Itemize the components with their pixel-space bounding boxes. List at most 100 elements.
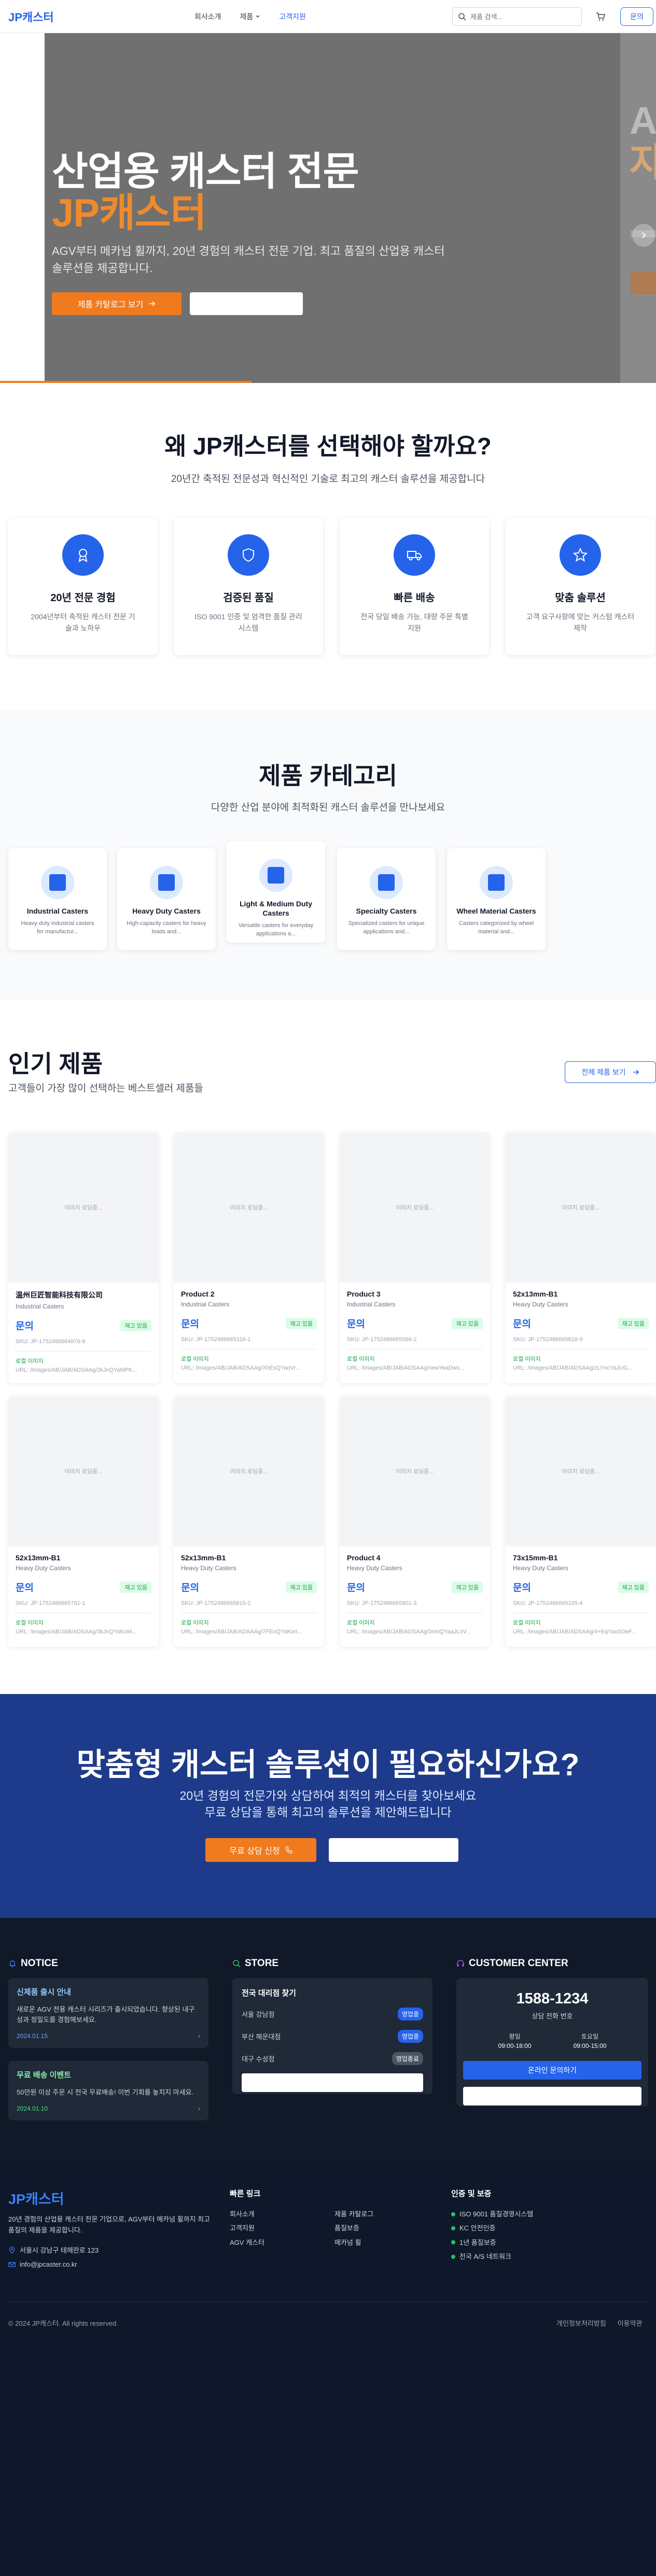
cta-secondary-button[interactable] [329,1838,458,1862]
check-dot-icon [451,2212,455,2216]
notice-item[interactable]: 신제품 출시 안내 새로운 AGV 전용 캐스터 시리즈가 출시되었습니다. 향… [8,1978,208,2048]
categories-subtitle: 다양한 산업 분야에 최적화된 캐스터 솔루션을 만나보세요 [211,802,445,813]
product-card[interactable]: 이미지 로딩중... 52x13mm-B1 Heavy Duty Casters 문의… [174,1396,324,1647]
customer-center-secondary-button[interactable] [463,2087,641,2105]
why-card-desc: ISO 9001 인증 및 엄격한 품질 관리 시스템 [194,613,302,632]
footer-link[interactable]: 제품 카탈로그 [334,2207,373,2221]
why-card-quality: 검증된 품질 ISO 9001 인증 및 엄격한 품질 관리 시스템 [174,518,323,655]
nav-item-products-label: 제품 [240,12,254,21]
image-status: 로컬 이미지 [181,1356,209,1362]
categories-section: 제품 카테고리 다양한 산업 분야에 최적화된 캐스터 솔루션을 만나보세요 I… [0,709,656,1000]
chevron-right-icon: › [198,2105,200,2113]
product-card[interactable]: 이미지 로딩중... 52x13mm-B1 Heavy Duty Casters 문의… [8,1396,159,1647]
free-consult-label: 무료 상담 신청 [229,1847,280,1856]
category-card[interactable]: Light & Medium Duty Casters Versatile ca… [227,841,325,943]
hero-secondary-button[interactable] [190,292,303,315]
category-title: Industrial Casters [26,907,89,915]
quick-links-col1: 회사소개 고객지원 AGV 캐스터 [230,2207,264,2250]
category-desc: Casters categorized by wheel material an… [458,920,534,935]
store-row[interactable]: 대구 수성점 영업종료 [242,2052,423,2065]
cert-list: ISO 9001 품질경영시스템 KC 안전인증 1년 품질보증 전국 A/S … [451,2207,533,2264]
quick-links-col2: 제품 카탈로그 품질보증 메카넘 휠 [334,2207,373,2250]
product-image-placeholder: 이미지 로딩중... [174,1396,324,1546]
image-status: 로컬 이미지 [181,1620,209,1626]
product-price: 문의 [181,1319,199,1330]
search-input[interactable] [470,12,574,21]
product-card[interactable]: 이미지 로딩중... Product 4 Heavy Duty Casters 문의 재… [340,1396,490,1647]
catalog-button[interactable]: 제품 카탈로그 보기 [52,292,182,315]
contact-button[interactable]: 문의 [620,7,653,26]
image-url: URL: /images/AB/JAB/ADSAAg/XhEsQYaoVr... [181,1365,300,1371]
product-image-placeholder: 이미지 로딩중... [506,1132,656,1283]
free-consult-button[interactable]: 무료 상담 신청 [205,1838,316,1862]
copyright: © 2024 JP캐스터. All rights reserved. [8,2319,118,2327]
why-card-experience: 20년 전문 경험 2004년부터 축적된 캐스터 전문 기술과 노하우 [8,518,158,655]
why-card-desc: 2004년부터 축적된 캐스터 전문 기술과 노하우 [31,613,135,632]
nav-item-about[interactable]: 회사소개 [194,11,221,22]
why-card-custom: 맞춤 솔루션 고객 요구사항에 맞는 커스텀 캐스터 제작 [506,518,655,655]
product-name: 73x15mm-B1 [513,1554,558,1562]
product-price: 문의 [513,1583,531,1593]
product-name: 52x13mm-B1 [16,1554,61,1562]
logo[interactable]: JP캐스터 [8,8,54,25]
consult-cta-section: 맞춤형 캐스터 솔루션이 필요하신가요? 20년 경험의 전문가와 상담하여 최… [0,1694,656,1918]
products-title: 인기 제품 [8,1050,103,1077]
product-card[interactable]: 이미지 로딩중... 73x15mm-B1 Heavy Duty Casters 문의… [506,1396,656,1647]
search-box [452,7,582,26]
cart-icon [596,12,605,21]
status-badge: 영업종료 [392,2052,423,2065]
store-heading: STORE [232,1958,278,1969]
product-card[interactable]: 이미지 로딩중... 温州巨匠智能科技有限公司 Industrial Casters… [8,1132,159,1383]
category-card[interactable]: Wheel Material Casters Casters categoriz… [447,848,546,950]
nav-item-support[interactable]: 고객지원 [279,11,306,22]
footer-link[interactable]: 고객지원 [230,2221,264,2235]
image-status: 로컬 이미지 [347,1620,375,1626]
cta-title: 맞춤형 캐스터 솔루션이 필요하신가요? [76,1747,580,1782]
product-name: 温州巨匠智能科技有限公司 [16,1291,103,1299]
category-card[interactable]: Heavy Duty Casters High-capacity casters… [117,848,216,950]
why-card-title: 맞춤 솔루션 [555,592,606,604]
product-card[interactable]: 이미지 로딩중... Product 2 Industrial Casters 문의 재… [174,1132,324,1383]
footer-email[interactable]: info@jpcaster.co.kr [8,2260,77,2268]
cart-button[interactable] [595,11,606,24]
category-icon [370,866,403,899]
terms-link[interactable]: 이용약관 [618,2318,643,2328]
product-name: Product 3 [347,1290,381,1298]
hero-title: 산업용 캐스터 전문 JP캐스터 [52,151,359,234]
product-price: 문의 [181,1583,199,1593]
store-finder-title: 전국 대리점 찾기 [242,1989,296,1998]
chevron-down-icon [256,15,260,18]
hero-next-ghost-button [631,272,656,294]
map-pin-icon [9,2246,15,2254]
bell-icon [9,1960,16,1967]
category-icon [41,866,74,899]
product-image-placeholder: 이미지 로딩중... [8,1396,159,1546]
store-finder-button[interactable] [242,2073,423,2092]
nav-item-products[interactable]: 제품 [240,11,261,22]
category-icon [259,859,292,892]
footer-link[interactable]: 품질보증 [334,2221,373,2235]
hero-next-arrow[interactable] [632,224,655,247]
category-title: Heavy Duty Casters [132,907,201,915]
online-inquiry-button[interactable]: 온라인 문의하기 [463,2061,641,2080]
category-card[interactable]: Specialty Casters Specialized casters fo… [337,848,436,950]
why-section: 왜 JP캐스터를 선택해야 할까요? 20년간 축적된 전문성과 혁신적인 기술… [0,383,656,709]
footer-link[interactable]: 회사소개 [230,2207,264,2221]
category-card[interactable]: Industrial Casters Heavy-duty industrial… [8,848,107,950]
main-nav: 회사소개 제품 고객지원 [194,0,306,33]
stock-badge: 재고 있음 [618,1581,649,1593]
footer-link[interactable]: 메카넘 휠 [334,2236,373,2250]
privacy-link[interactable]: 개인정보처리방침 [556,2318,606,2328]
footer-link[interactable]: AGV 캐스터 [230,2236,264,2250]
footer-logo[interactable]: JP캐스터 [8,2188,64,2208]
view-all-products-button[interactable]: 전체 제품 보기 [565,1061,656,1083]
why-card-title: 20년 전문 경험 [50,592,116,604]
notice-item[interactable]: 무료 배송 이벤트 50만원 이상 주문 시 전국 무료배송! 이번 기회를 놓… [8,2061,208,2121]
phone-number[interactable]: 1588-1234 [456,1990,648,2008]
store-row[interactable]: 부산 해운대점 영업중 [242,2030,423,2043]
category-desc: Specialized casters for unique applicati… [348,920,425,935]
product-card[interactable]: 이미지 로딩중... Product 3 Industrial Casters 문의 재… [340,1132,490,1383]
product-price: 문의 [347,1319,365,1330]
product-card[interactable]: 이미지 로딩중... 52x13mm-B1 Heavy Duty Casters 문의… [506,1132,656,1383]
store-row[interactable]: 서울 강남점 영업중 [242,2008,423,2020]
